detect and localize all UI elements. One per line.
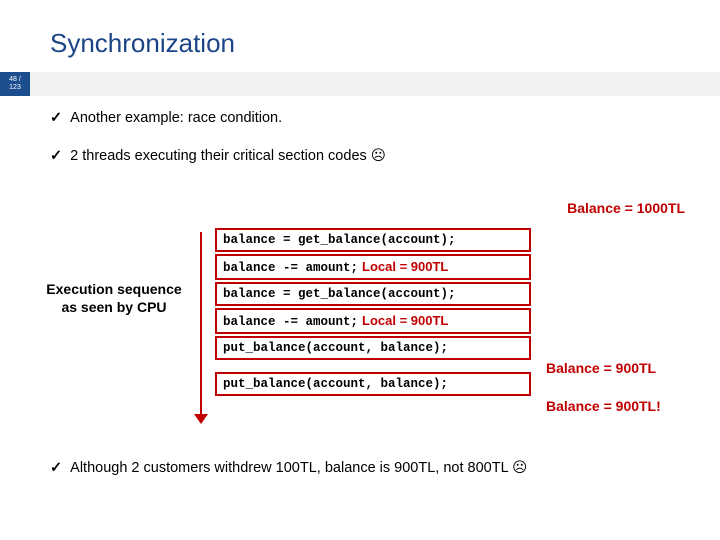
title-bar [0,72,720,96]
local-note: Local = 900TL [362,259,448,274]
code-text: balance -= amount; [223,315,358,329]
local-note: Local = 900TL [362,313,448,328]
exec-label-line1: Execution sequence [46,281,181,297]
bullet-list: ✓ Another example: race condition. ✓ 2 thr… [50,110,670,186]
check-icon: ✓ [50,460,62,476]
code-text: balance = get_balance(account); [223,233,456,247]
slide: Synchronization 48 / 123 ✓ Another exampl… [0,0,720,540]
slide-title: Synchronization [50,28,235,59]
code-text: balance = get_balance(account); [223,287,456,301]
bullet-text: Although 2 customers withdrew 100TL, bal… [70,460,527,476]
bullet-text: 2 threads executing their critical secti… [70,148,386,164]
code-line: balance -= amount; Local = 900TL [215,308,531,334]
page-total: 123 [9,84,21,91]
balance-initial: Balance = 1000TL [567,200,685,216]
exec-label-line2: as seen by CPU [61,299,166,315]
code-line: put_balance(account, balance); [215,372,531,396]
page-num: 48 [9,76,17,83]
code-line: balance -= amount; Local = 900TL [215,254,531,280]
bullet-item: ✓ 2 threads executing their critical sect… [50,148,670,164]
check-icon: ✓ [50,110,62,126]
code-text: balance -= amount; [223,261,358,275]
execution-label: Execution sequence as seen by CPU [34,280,194,316]
code-column: balance = get_balance(account); balance … [215,228,531,398]
check-icon: ✓ [50,148,62,164]
balance-after-1: Balance = 900TL [546,360,656,376]
code-text: put_balance(account, balance); [223,377,448,391]
page-badge: 48 / 123 [0,72,30,96]
bullet-item: ✓ Although 2 customers withdrew 100TL, ba… [50,460,690,476]
bullet-text: Another example: race condition. [70,110,282,126]
arrow-down-icon [194,414,208,424]
code-line: balance = get_balance(account); [215,282,531,306]
code-line: balance = get_balance(account); [215,228,531,252]
bullet-item: ✓ Another example: race condition. [50,110,670,126]
gap [215,362,531,372]
code-text: put_balance(account, balance); [223,341,448,355]
code-line: put_balance(account, balance); [215,336,531,360]
arrow-line [200,232,202,418]
balance-after-2: Balance = 900TL! [546,398,661,414]
